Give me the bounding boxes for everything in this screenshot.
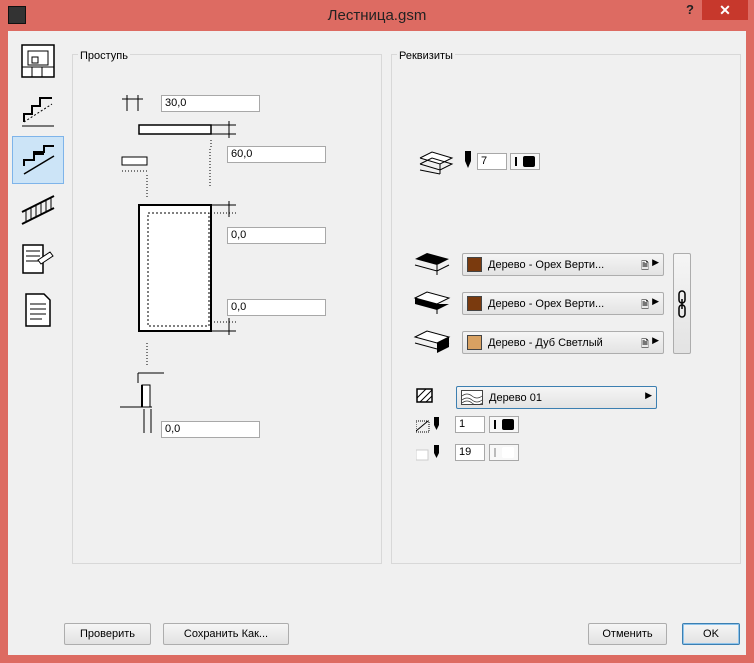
material-doc-icon: 🗎 <box>640 300 649 311</box>
material-swatch <box>467 257 482 272</box>
tab-railing[interactable] <box>12 186 64 234</box>
tab-listing[interactable] <box>12 236 64 284</box>
title-bar: Лестница.gsm ? ✕ <box>0 0 754 30</box>
pen-number-input[interactable]: 7 <box>477 153 507 170</box>
tread-icon <box>23 145 55 175</box>
help-button[interactable]: ? <box>680 2 700 20</box>
material-top-icon <box>414 253 450 275</box>
material-bottom-select[interactable]: Дерево - Дуб Светлый 🗎 ▶ <box>462 331 664 354</box>
material-label: Дерево - Дуб Светлый <box>488 337 603 349</box>
material-label: Дерево - Орех Верти... <box>488 259 605 271</box>
chain-link-icon <box>678 290 686 318</box>
material-top-select[interactable]: Дерево - Орех Верти... 🗎 ▶ <box>462 253 664 276</box>
material-edge-icon <box>413 291 451 314</box>
plan-icon <box>21 44 55 78</box>
window-title: Лестница.gsm <box>327 7 427 24</box>
material-edge-select[interactable]: Дерево - Орех Верти... 🗎 ▶ <box>462 292 664 315</box>
tread-diagram <box>120 95 236 433</box>
chevron-right-icon: ▶ <box>652 335 659 345</box>
material-swatch <box>467 296 482 311</box>
chevron-right-icon: ▶ <box>652 296 659 306</box>
tab-stair-3d[interactable] <box>12 86 64 134</box>
save-as-button[interactable]: Сохранить Как... <box>163 623 289 645</box>
top-offset-input[interactable]: 30,0 <box>161 95 260 112</box>
fill-pen-color-button[interactable] <box>489 416 519 433</box>
attributes-group-title: Реквизиты <box>397 50 455 62</box>
cancel-button[interactable]: Отменить <box>588 623 667 645</box>
document-icon <box>25 293 51 327</box>
tread-group-title: Проступь <box>78 50 130 62</box>
ok-button[interactable]: OK <box>682 623 740 645</box>
pen-color-button[interactable] <box>510 153 540 170</box>
chevron-right-icon: ▶ <box>652 257 659 267</box>
material-bottom-icon <box>413 330 451 353</box>
stair-3d-icon <box>22 97 54 127</box>
tab-tread[interactable] <box>12 136 64 184</box>
inset-bottom-input[interactable]: 0,0 <box>227 299 326 316</box>
railing-icon <box>21 195 55 225</box>
fill-pen-input[interactable]: 1 <box>455 416 485 433</box>
material-doc-icon: 🗎 <box>640 339 649 350</box>
bottom-offset-input[interactable]: 0,0 <box>161 421 260 438</box>
dialog-client: Проступь 30,0 60,0 0,0 0,0 0,0 Реквизиты… <box>8 31 746 655</box>
tab-plan[interactable] <box>12 37 64 85</box>
background-pen-input[interactable]: 19 <box>455 444 485 461</box>
material-swatch <box>467 335 482 350</box>
check-button[interactable]: Проверить <box>64 623 151 645</box>
tread-height-input[interactable]: 60,0 <box>227 146 326 163</box>
listing-icon <box>22 244 54 274</box>
close-button[interactable]: ✕ <box>702 0 748 20</box>
inset-top-input[interactable]: 0,0 <box>227 227 326 244</box>
tab-document[interactable] <box>12 286 64 334</box>
stair-pen-icon <box>419 151 454 175</box>
link-materials-button[interactable] <box>673 253 691 354</box>
fill-label: Дерево 01 <box>489 392 542 404</box>
fill-pattern-swatch <box>461 390 483 405</box>
fill-icon <box>416 388 433 403</box>
material-doc-icon: 🗎 <box>640 261 649 272</box>
pen-icon <box>465 151 471 168</box>
dialog-window: Лестница.gsm ? ✕ Проступь 30,0 60,0 0,0 … <box>0 0 754 663</box>
fill-select[interactable]: Дерево 01 ▶ <box>456 386 657 409</box>
material-label: Дерево - Орех Верти... <box>488 298 605 310</box>
background-pen-color-button[interactable] <box>489 444 519 461</box>
chevron-right-icon: ▶ <box>645 390 652 400</box>
fill-pen-icon <box>416 417 439 433</box>
background-pen-icon <box>416 445 439 461</box>
